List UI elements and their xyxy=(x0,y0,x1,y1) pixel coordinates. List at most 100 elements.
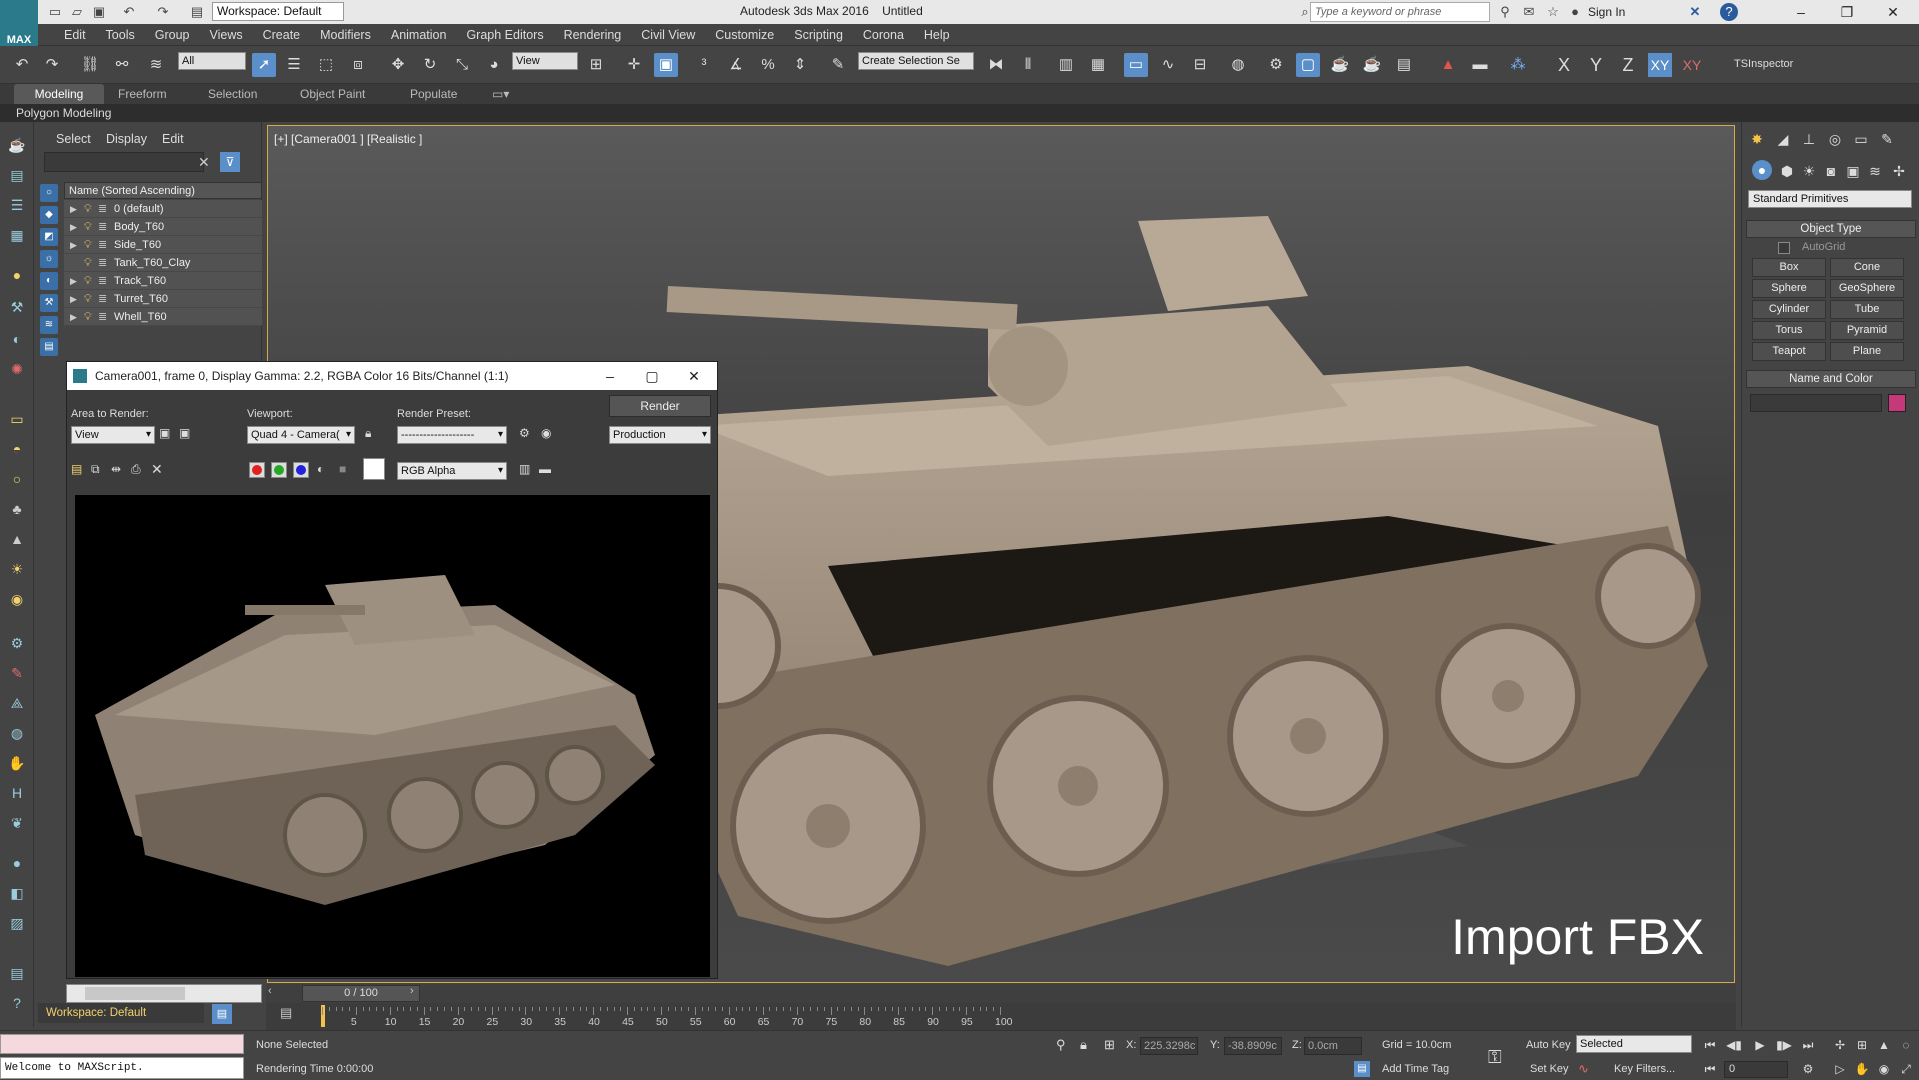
key-icon[interactable]: ⚿ xyxy=(1488,1047,1502,1068)
cone-button[interactable]: Cone xyxy=(1830,258,1904,277)
save-file-icon[interactable]: ▣ xyxy=(90,3,108,21)
pivot-center-icon[interactable]: ⊞ xyxy=(584,53,608,77)
menu-customize[interactable]: Customize xyxy=(705,24,784,46)
corona-icon[interactable]: ▲ xyxy=(1436,53,1460,77)
layers-icon[interactable]: ▦ xyxy=(6,224,28,246)
helpers-icon[interactable]: ▣ xyxy=(1842,160,1864,182)
maximize-viewport-icon[interactable]: ⤢ xyxy=(1896,1059,1916,1079)
sign-in-link[interactable]: Sign In xyxy=(1588,5,1625,19)
curve-icon[interactable]: ❦ xyxy=(6,812,28,834)
scrollbar-thumb[interactable] xyxy=(85,987,185,1000)
binoculars-icon[interactable]: ⚲ xyxy=(1496,3,1514,21)
sphere-icon[interactable]: ○ xyxy=(6,468,28,490)
teapot-icon[interactable]: ☕ xyxy=(6,134,28,156)
isolate-icon[interactable]: ⚲ xyxy=(1056,1037,1066,1053)
search-input[interactable]: Type a keyword or phrase xyxy=(1310,2,1490,22)
display-lights-icon[interactable]: ☼ xyxy=(40,250,58,268)
scale-icon[interactable]: ⤡ xyxy=(450,53,474,77)
render-preset-dropdown[interactable]: -------------------- xyxy=(397,426,507,444)
select-manipulate-icon[interactable]: ✛ xyxy=(622,53,646,77)
key-filters-button[interactable]: Key Filters... xyxy=(1614,1063,1675,1075)
tsinspector-button[interactable]: TSInspector xyxy=(1734,58,1793,70)
box-button[interactable]: Box xyxy=(1752,258,1826,277)
torus-button[interactable]: Torus xyxy=(1752,321,1826,340)
menu-help[interactable]: Help xyxy=(914,24,960,46)
axis-xy-cycle-button[interactable]: XY xyxy=(1680,53,1704,77)
spinner-snap-icon[interactable]: ⇕ xyxy=(788,53,812,77)
explorer-scrollbar[interactable] xyxy=(66,984,262,1003)
pan-icon[interactable]: ✋ xyxy=(1852,1059,1872,1079)
select-by-name-icon[interactable]: ☰ xyxy=(282,53,306,77)
display-helpers-icon[interactable]: ⚒ xyxy=(40,294,58,312)
modify-tab-icon[interactable]: ◢ xyxy=(1772,128,1794,150)
close-icon[interactable]: ✕ xyxy=(675,362,713,390)
tab-selection[interactable]: Selection xyxy=(200,84,265,104)
sun-icon[interactable]: ☀ xyxy=(6,558,28,580)
hi-icon[interactable]: H xyxy=(6,782,28,804)
sphere-map-icon[interactable]: ● xyxy=(6,852,28,874)
clear-icon[interactable]: ✕ xyxy=(151,461,163,478)
minimize-icon[interactable]: – xyxy=(591,362,629,390)
menu-modifiers[interactable]: Modifiers xyxy=(310,24,381,46)
time-slider[interactable]: ‹ 0 / 100 › xyxy=(266,984,1736,1003)
document-icon[interactable]: ▤ xyxy=(6,962,28,984)
go-to-start-icon[interactable]: ⏮ xyxy=(1700,1035,1720,1055)
object-type-rollout[interactable]: Object Type xyxy=(1746,220,1916,238)
maxscript-output[interactable]: Welcome to MAXScript. xyxy=(0,1057,244,1079)
go-to-end-icon[interactable]: ⏭ xyxy=(1798,1035,1818,1055)
environment-icon[interactable]: ◉ xyxy=(541,426,551,440)
toggle-ui-icon[interactable]: ▬ xyxy=(539,462,551,476)
viewport-label[interactable]: [+] [Camera001 ] [Realistic ] xyxy=(274,132,422,146)
selection-filter-dropdown[interactable]: All xyxy=(178,52,246,70)
menu-scripting[interactable]: Scripting xyxy=(784,24,853,46)
box-icon[interactable]: ▭ xyxy=(6,408,28,430)
layer-row[interactable]: ▶ 💡︎ ≣ Side_T60 xyxy=(64,236,262,254)
help-circle-icon[interactable]: ? xyxy=(6,992,28,1014)
rotate-icon[interactable]: ↻ xyxy=(418,53,442,77)
helper-icon[interactable]: ⚒ xyxy=(6,296,28,318)
schematic-view-icon[interactable]: ⊟ xyxy=(1188,53,1212,77)
render-setup-icon[interactable]: ⚙ xyxy=(519,426,530,440)
snaps-toggle-icon[interactable]: ³ xyxy=(692,53,716,77)
user-icon[interactable]: ● xyxy=(1566,3,1584,21)
hierarchy-tab-icon[interactable]: ⊥ xyxy=(1798,128,1820,150)
undo-icon[interactable]: ↶ xyxy=(10,53,34,77)
teapot-button[interactable]: Teapot xyxy=(1752,342,1826,361)
field-of-view-icon[interactable]: ▷ xyxy=(1830,1059,1850,1079)
set-key-button[interactable]: Set Key xyxy=(1530,1063,1569,1075)
print-icon[interactable]: ⎙ xyxy=(131,462,141,477)
render-button[interactable]: Render xyxy=(609,395,711,417)
minimize-icon[interactable]: – xyxy=(1778,0,1824,24)
auto-region-icon[interactable]: ▣ xyxy=(179,426,195,444)
render-window-title-bar[interactable]: Camera001, frame 0, Display Gamma: 2.2, … xyxy=(67,362,717,390)
tab-freeform[interactable]: Freeform xyxy=(110,84,175,104)
display-cameras-icon[interactable]: ◐ xyxy=(40,272,58,290)
track-bar[interactable]: ▤ 5 10 15 20 25 30 35 40 45 50 55 60 65 70 75 80 85 90 95 1… xyxy=(266,1003,1736,1030)
zoom-extents-icon[interactable]: ▲ xyxy=(1874,1035,1894,1055)
menu-corona[interactable]: Corona xyxy=(853,24,914,46)
undo-icon[interactable]: ↶ xyxy=(120,3,138,21)
key-curve-icon[interactable]: ∿ xyxy=(1578,1061,1589,1077)
tab-object-paint[interactable]: Object Paint xyxy=(292,84,373,104)
percent-snap-icon[interactable]: % xyxy=(756,53,780,77)
axis-z-button[interactable]: Z xyxy=(1616,53,1640,77)
display-geometry-icon[interactable]: ◆ xyxy=(40,206,58,224)
maximize-icon[interactable]: ▢ xyxy=(633,362,671,390)
render-mode-dropdown[interactable]: Production xyxy=(609,426,711,444)
menu-views[interactable]: Views xyxy=(199,24,252,46)
zoom-icon[interactable]: ✢ xyxy=(1830,1035,1850,1055)
clear-search-icon[interactable]: ✕ xyxy=(198,154,210,171)
render-production-icon[interactable]: ☕ xyxy=(1328,53,1352,77)
workspace-dropdown[interactable]: Workspace: Default xyxy=(212,2,344,21)
cylinder-button[interactable]: Cylinder xyxy=(1752,300,1826,319)
render-icon[interactable]: ▨ xyxy=(6,912,28,934)
layer-row[interactable]: 💡︎ ≣ Tank_T60_Clay xyxy=(64,254,262,272)
bones-icon[interactable]: ⟁ xyxy=(6,692,28,714)
render-in-cloud-icon[interactable]: ▤ xyxy=(1392,53,1416,77)
edit-named-selection-icon[interactable]: ✎ xyxy=(826,53,850,77)
align-icon[interactable]: ⫴ xyxy=(1016,53,1040,77)
place-icon[interactable]: ◕ xyxy=(482,53,506,77)
cone-icon[interactable]: ▲ xyxy=(6,528,28,550)
play-icon[interactable]: ▶ xyxy=(1750,1035,1770,1055)
unlink-icon[interactable]: ⚯ xyxy=(110,53,134,77)
